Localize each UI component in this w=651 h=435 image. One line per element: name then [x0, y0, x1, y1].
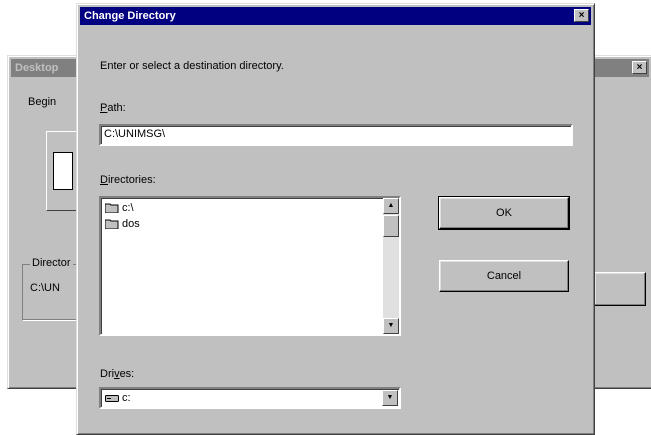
folder-icon: [105, 219, 119, 230]
path-label-rest: ath:: [107, 102, 126, 114]
drive-value: c:: [122, 392, 131, 404]
dialog-titlebar: Change Directory ×: [80, 7, 591, 25]
ok-button-label: OK: [496, 207, 512, 219]
drives-dropdown-button[interactable]: ▼: [382, 390, 398, 406]
path-input-value: C:\UNIMSG\: [104, 128, 166, 140]
chevron-down-icon: ▼: [386, 394, 394, 401]
directories-label: Directories:: [100, 174, 156, 186]
background-button[interactable]: [594, 272, 646, 306]
change-directory-dialog: Change Directory × Enter or select a des…: [76, 3, 595, 435]
arrow-up-icon: ▲: [387, 202, 395, 209]
directories-scrollbar[interactable]: ▲ ▼: [383, 198, 399, 334]
directories-label-hotkey: D: [100, 174, 108, 186]
cancel-button[interactable]: Cancel: [439, 260, 569, 292]
drive-selected-item: c:: [105, 391, 131, 405]
path-label: Path:: [100, 102, 126, 114]
begin-label: Begin: [28, 96, 57, 108]
dialog-close-button[interactable]: ×: [574, 9, 589, 22]
instruction-text: Enter or select a destination directory.: [100, 60, 284, 72]
background-window-title: Desktop: [15, 62, 59, 74]
open-folder-icon: [105, 203, 119, 214]
directory-item-label: c:\: [122, 202, 134, 214]
ok-button[interactable]: OK: [438, 196, 570, 230]
path-input[interactable]: C:\UNIMSG\: [99, 124, 573, 146]
program-icon: [53, 152, 73, 190]
cancel-button-label: Cancel: [486, 270, 522, 282]
drives-label-rest: es:: [119, 368, 135, 380]
directories-label-rest: irectories:: [107, 174, 156, 186]
scroll-down-button[interactable]: ▼: [383, 318, 399, 334]
scroll-thumb[interactable]: [383, 215, 399, 237]
directory-item-label: dos: [122, 218, 140, 230]
directories-listbox[interactable]: c:\ dos ▲ ▼: [99, 196, 401, 336]
drives-select[interactable]: c: ▼: [99, 387, 401, 409]
drives-label-pre: Dri: [100, 368, 115, 380]
background-close-button[interactable]: ×: [632, 61, 647, 74]
dialog-title: Change Directory: [84, 10, 176, 22]
begin-icon-button[interactable]: [46, 131, 80, 211]
drives-label: Drives:: [100, 368, 134, 380]
directory-item-dos[interactable]: dos: [105, 217, 140, 231]
directory-item-root[interactable]: c:\: [105, 201, 134, 215]
scroll-up-button[interactable]: ▲: [383, 198, 399, 214]
directory-group-label: Director: [30, 257, 73, 269]
close-icon: ×: [578, 10, 585, 21]
arrow-down-icon: ▼: [387, 322, 395, 329]
background-path-text: C:\UN: [30, 282, 60, 294]
drive-icon: [105, 395, 119, 403]
